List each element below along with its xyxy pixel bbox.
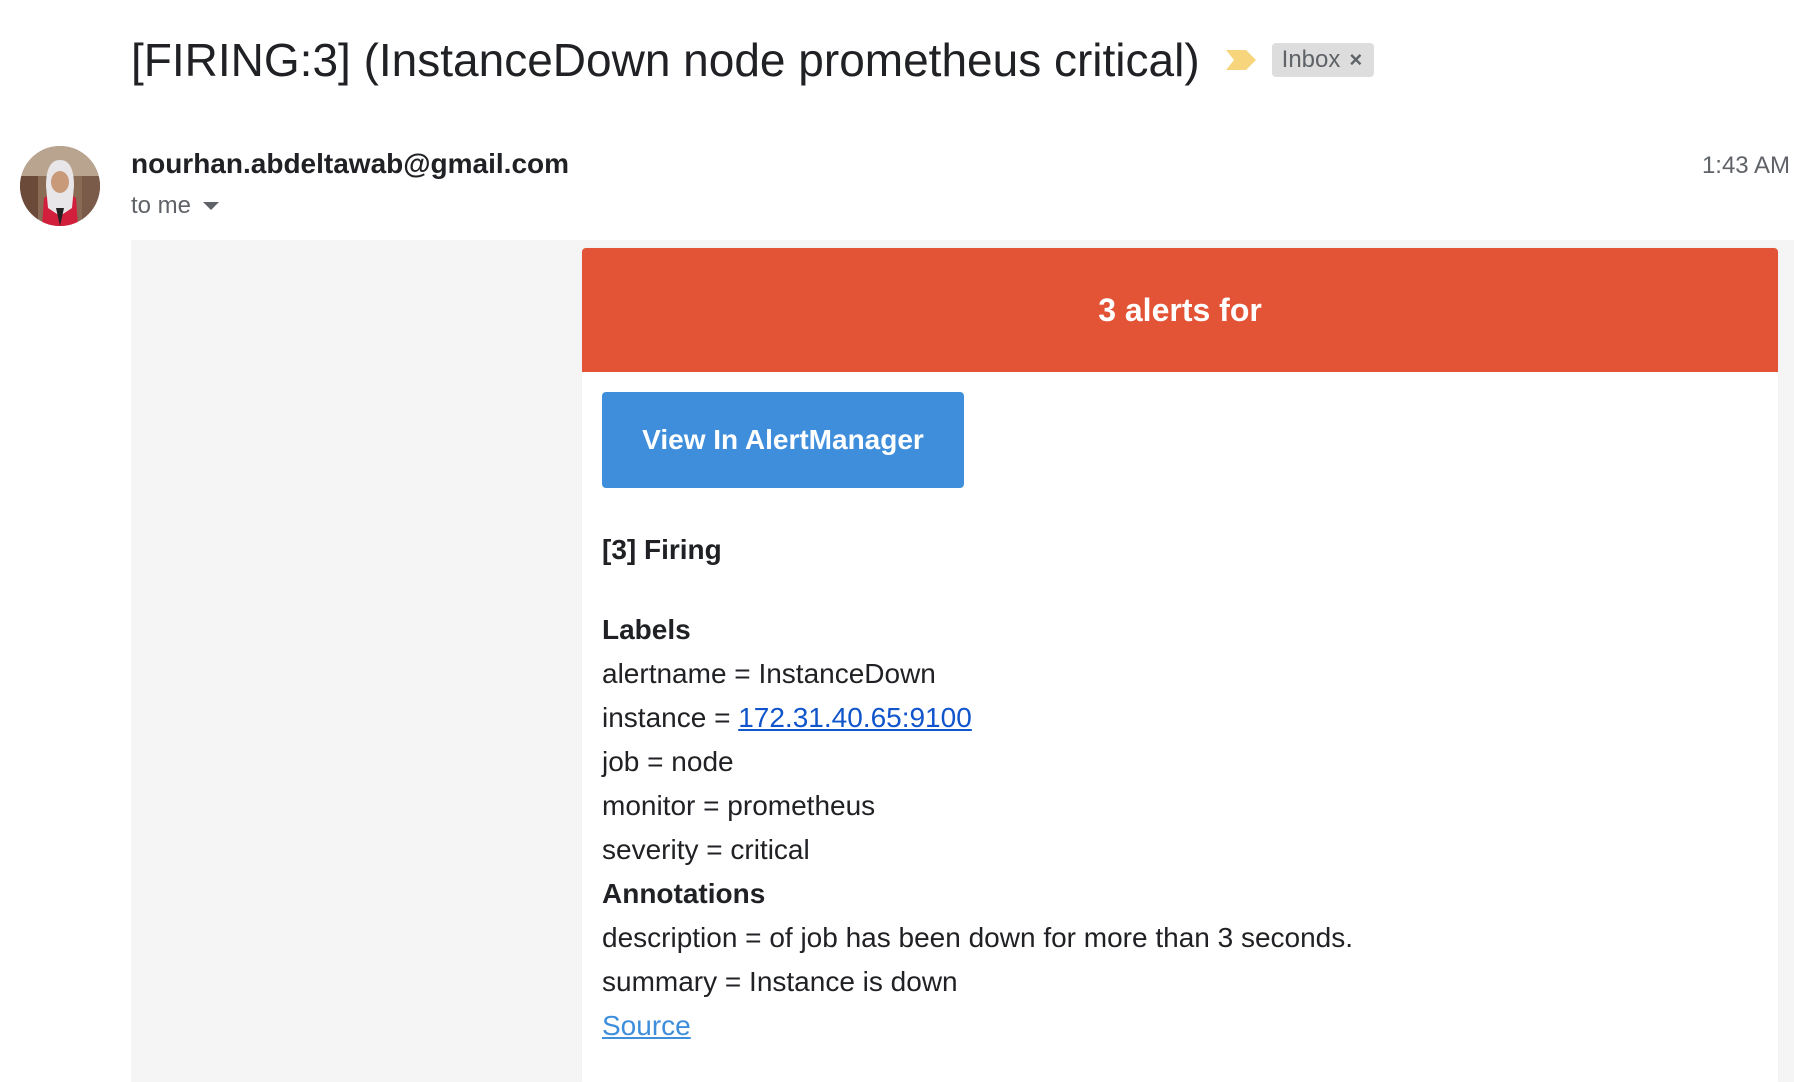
remove-label-icon[interactable]: × [1349, 47, 1362, 73]
avatar-photo-icon [20, 146, 100, 226]
label-value: critical [730, 834, 810, 865]
recipient-text: to me [131, 192, 192, 219]
label-key: job [602, 746, 640, 777]
annotation-row-description: description = of job has been down for m… [602, 922, 1354, 953]
email-subject: [FIRING:3] (InstanceDown node prometheus… [131, 34, 1200, 86]
email-view: [FIRING:3] (InstanceDown node prometheus… [0, 0, 1794, 1082]
label-key: alertname [602, 658, 727, 689]
label-value: prometheus [727, 790, 876, 821]
label-row-instance: instance = 172.31.40.65:9100 [602, 702, 972, 733]
annotation-value: Instance is down [749, 966, 958, 997]
subject-row: [FIRING:3] (InstanceDown node prometheus… [131, 28, 1375, 92]
alert-details: Labels alertname = InstanceDown instance… [602, 608, 1758, 1048]
label-chip-text: Inbox [1281, 46, 1341, 73]
label-row-job: job = node [602, 746, 734, 777]
label-value: InstanceDown [758, 658, 936, 689]
firing-title: [3] Firing [602, 534, 722, 565]
annotation-key: description [602, 922, 738, 953]
email-timestamp: 1:43 AM [1701, 152, 1790, 179]
show-details-caret-icon[interactable] [203, 202, 220, 210]
alert-content: View In AlertManager [3] Firing Labels a… [582, 372, 1778, 1048]
view-in-alertmanager-button[interactable]: View In AlertManager [602, 392, 964, 488]
annotation-key: summary [602, 966, 718, 997]
label-row-alertname: alertname = InstanceDown [602, 658, 936, 689]
source-link[interactable]: Source [602, 1004, 691, 1048]
annotation-value: of job has been down for more than 3 sec… [769, 922, 1354, 953]
label-value: node [671, 746, 734, 777]
label-row-severity: severity = critical [602, 834, 810, 865]
annotations-title: Annotations [602, 878, 766, 909]
annotation-row-summary: summary = Instance is down [602, 966, 958, 997]
label-row-monitor: monitor = prometheus [602, 790, 876, 821]
alert-header: 3 alerts for [582, 248, 1778, 372]
alert-email-card: 3 alerts for View In AlertManager [3] Fi… [582, 248, 1778, 1082]
instance-link[interactable]: 172.31.40.65:9100 [738, 702, 972, 733]
avatar[interactable] [20, 146, 100, 226]
label-key: monitor [602, 790, 696, 821]
label-key: severity [602, 834, 699, 865]
labels-title: Labels [602, 614, 691, 645]
importance-marker-icon[interactable] [1224, 47, 1258, 73]
sender-email[interactable]: nourhan.abdeltawab@gmail.com [131, 148, 569, 180]
label-key: instance [602, 702, 707, 733]
label-chip-inbox: Inbox × [1271, 43, 1375, 77]
recipient-line: to me [131, 192, 220, 220]
